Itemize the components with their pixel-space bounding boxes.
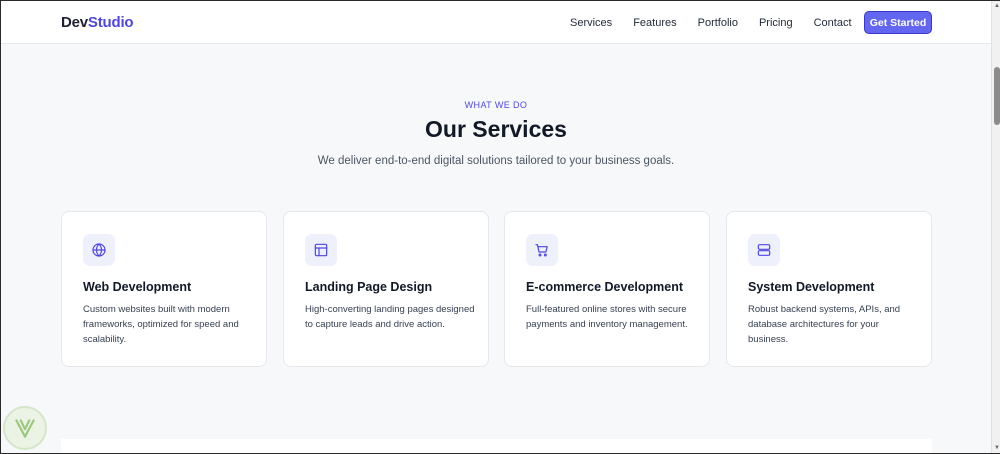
nav-link-features[interactable]: Features (633, 12, 676, 34)
scroll-down-arrow-icon[interactable]: ▼ (994, 445, 1000, 451)
service-card-web-development[interactable]: Web Development Custom websites built wi… (61, 211, 267, 367)
card-title: Landing Page Design (305, 280, 433, 294)
get-started-button[interactable]: Get Started (864, 11, 932, 34)
card-description: Robust backend systems, APIs, and databa… (748, 304, 901, 345)
card-title: Web Development (83, 280, 192, 294)
layout-icon (305, 234, 337, 266)
logo-dev-text: Dev (61, 14, 88, 31)
service-card-system-development[interactable]: System Development Robust backend system… (726, 211, 932, 367)
server-icon (748, 234, 780, 266)
scroll-up-arrow-icon[interactable]: ▲ (994, 3, 1000, 9)
service-card-landing-page-design[interactable]: Landing Page Design High-converting land… (283, 211, 489, 367)
section-eyebrow: WHAT WE DO (464, 100, 528, 110)
card-description: High-converting landing pages designed t… (305, 304, 475, 330)
card-description: Full-featured online stores with secure … (526, 304, 688, 330)
top-navbar: DevStudio Services Features Portfolio Pr… (1, 1, 991, 44)
globe-icon (83, 234, 115, 266)
nav-link-portfolio[interactable]: Portfolio (698, 12, 738, 34)
logo[interactable]: DevStudio (61, 14, 134, 31)
section-subtitle: We deliver end-to-end digital solutions … (317, 155, 675, 167)
services-grid: Web Development Custom websites built wi… (61, 211, 932, 367)
cart-icon (526, 234, 558, 266)
watermark-logo (3, 406, 47, 450)
service-card-ecommerce-development[interactable]: E-commerce Development Full-featured onl… (504, 211, 710, 367)
nav-link-services[interactable]: Services (570, 12, 612, 34)
nav-link-contact[interactable]: Contact (814, 12, 852, 34)
card-title: E-commerce Development (526, 280, 684, 294)
card-title: System Development (748, 280, 875, 294)
nav-link-pricing[interactable]: Pricing (759, 12, 793, 34)
section-title: Our Services (425, 116, 567, 142)
next-section-edge (61, 439, 932, 453)
vertical-scrollbar[interactable]: ▲ ▼ (991, 1, 1000, 453)
scrollbar-thumb[interactable] (994, 67, 1000, 125)
main-nav: Services Features Portfolio Pricing Cont… (570, 12, 873, 34)
card-description: Custom websites built with modern framew… (83, 304, 239, 345)
logo-studio-text: Studio (87, 14, 134, 31)
